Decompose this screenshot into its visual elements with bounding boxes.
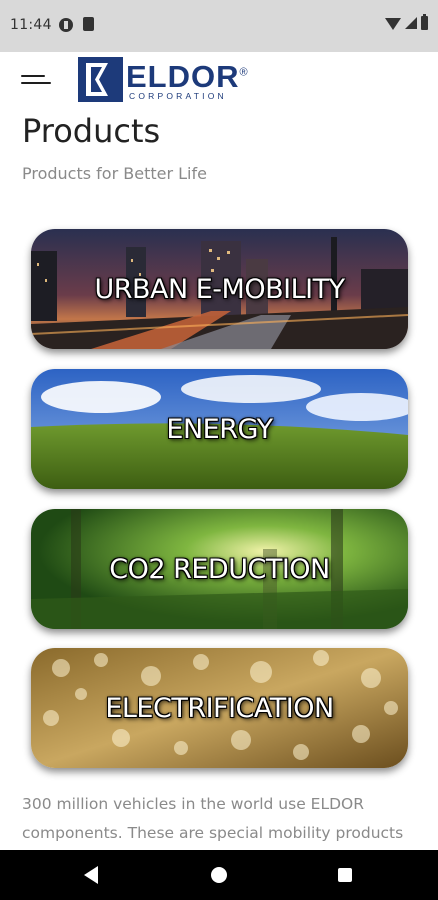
recent-apps-icon[interactable] xyxy=(338,868,352,882)
home-icon[interactable] xyxy=(211,867,227,883)
logo-subtitle: CORPORATION xyxy=(129,91,227,101)
status-right-icons xyxy=(385,14,428,30)
page-title: Products xyxy=(22,112,161,150)
battery-icon xyxy=(421,14,428,30)
category-card-urban-e-mobility[interactable]: URBAN E-MOBILITY xyxy=(31,229,408,349)
hamburger-menu-icon[interactable] xyxy=(21,73,51,89)
eldor-logo-mark-icon xyxy=(78,57,123,102)
status-time: 11:44 xyxy=(10,17,52,33)
category-label: URBAN E-MOBILITY xyxy=(94,273,345,305)
system-navigation-bar xyxy=(0,850,438,900)
page-subtitle: Products for Better Life xyxy=(22,164,207,183)
category-label: ELECTRIFICATION xyxy=(105,692,334,724)
logo-wordmark: ELDOR® xyxy=(126,59,249,94)
category-label: ENERGY xyxy=(166,413,273,445)
intro-text: 300 million vehicles in the world use EL… xyxy=(22,795,404,842)
back-icon[interactable] xyxy=(84,866,98,884)
data-saver-icon xyxy=(59,18,73,32)
category-card-electrification[interactable]: ELECTRIFICATION xyxy=(31,648,408,768)
status-bar: 11:44 xyxy=(0,0,438,52)
signal-icon xyxy=(405,17,417,29)
category-label: CO2 REDUCTION xyxy=(109,553,330,585)
wifi-icon xyxy=(385,18,401,30)
category-card-energy[interactable]: ENERGY xyxy=(31,369,408,489)
category-card-co2-reduction[interactable]: CO2 REDUCTION xyxy=(31,509,408,629)
sim-card-icon xyxy=(83,17,94,31)
